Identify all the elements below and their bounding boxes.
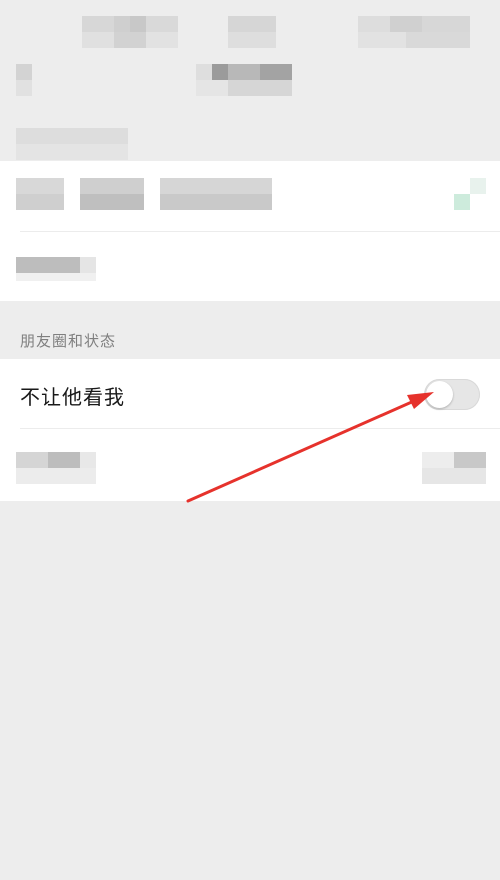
blurred-row-label [16, 452, 96, 484]
dont-let-him-see-me-toggle[interactable] [424, 379, 480, 410]
blurred-row-value [422, 452, 486, 484]
row-divider [20, 231, 500, 232]
section-title: 朋友圈和状态 [20, 332, 117, 350]
toggle-knob [426, 381, 453, 408]
blurred-title-block-1 [82, 16, 178, 48]
blurred-info-card [0, 161, 500, 301]
blurred-title-block-3 [358, 16, 470, 48]
row-divider [20, 428, 500, 429]
blurred-value-block [196, 64, 292, 96]
blurred-title-block-2 [228, 16, 276, 48]
blurred-row-icon [454, 178, 486, 210]
blurred-short-label [16, 64, 32, 96]
blurred-row-text-2 [16, 257, 96, 281]
blurred-header-area [0, 0, 500, 160]
blurred-group-label [16, 128, 128, 160]
dont-let-him-see-me-label: 不让他看我 [20, 385, 125, 409]
blurred-row-text [16, 178, 276, 210]
